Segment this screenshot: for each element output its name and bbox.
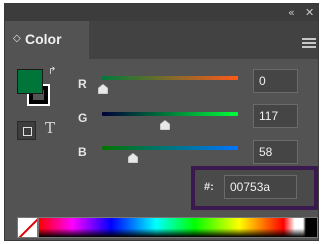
value-input-b[interactable]: 58: [253, 140, 298, 164]
slider-track-g[interactable]: [102, 112, 238, 116]
color-spectrum-ramp[interactable]: [38, 217, 318, 238]
slider-thumb-g[interactable]: [160, 120, 170, 130]
none-color-swatch[interactable]: [17, 217, 38, 238]
slider-track-r[interactable]: [102, 76, 238, 80]
panel-title-bar: « ✕: [5, 4, 318, 21]
tab-options-icon: ◇: [13, 33, 21, 44]
apply-to-container-button[interactable]: [17, 121, 36, 140]
apply-to-text-button[interactable]: T: [45, 119, 55, 137]
slider-thumb-r[interactable]: [98, 84, 108, 94]
value-input-g[interactable]: 117: [253, 104, 298, 128]
panel-tab-row: ◇ Color: [5, 21, 318, 59]
panel-menu-button[interactable]: [302, 38, 316, 50]
channel-label-g: G: [78, 111, 88, 125]
hex-label: #:: [204, 181, 214, 193]
channel-label-b: B: [78, 145, 87, 159]
menu-line-icon: [302, 46, 316, 48]
menu-line-icon: [302, 42, 316, 44]
collapse-panel-button[interactable]: «: [288, 5, 295, 20]
container-square-icon: [23, 127, 32, 136]
slider-thumb-b[interactable]: [128, 153, 138, 163]
swap-fill-stroke-icon[interactable]: ↱: [48, 66, 56, 78]
channel-label-r: R: [78, 77, 87, 91]
slider-track-b[interactable]: [102, 146, 238, 150]
close-panel-button[interactable]: ✕: [305, 5, 314, 20]
tab-color[interactable]: ◇ Color: [5, 21, 89, 59]
menu-line-icon: [302, 38, 316, 40]
none-slash-icon: [18, 218, 37, 237]
tab-color-label: Color: [25, 31, 62, 47]
fill-swatch[interactable]: [17, 69, 43, 94]
hex-input[interactable]: 00753a: [224, 175, 297, 199]
value-input-r[interactable]: 0: [253, 69, 298, 93]
